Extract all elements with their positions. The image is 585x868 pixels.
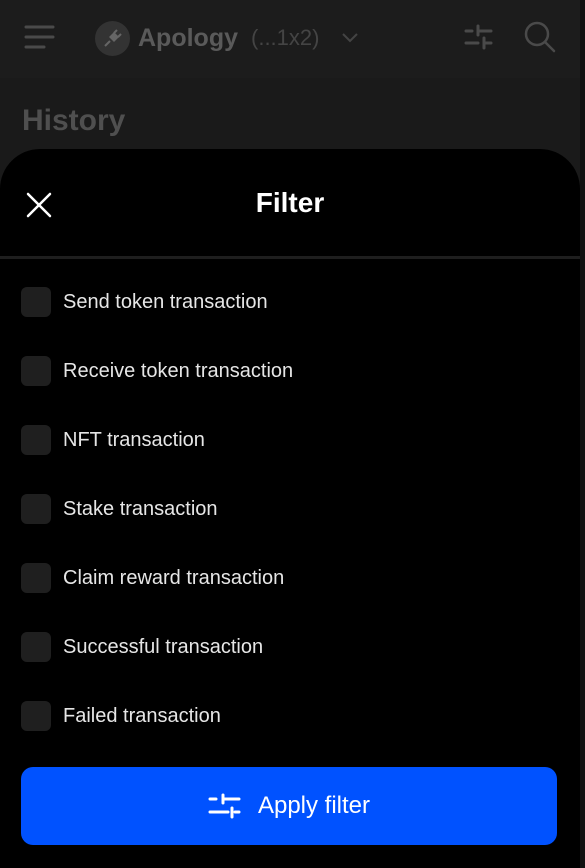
- option-label: Send token transaction: [63, 290, 268, 313]
- filter-option-nft[interactable]: NFT transaction: [21, 425, 205, 455]
- sliders-icon[interactable]: [464, 24, 494, 50]
- checkbox[interactable]: [21, 425, 51, 455]
- filter-option-successful[interactable]: Successful transaction: [21, 632, 263, 662]
- option-label: Failed transaction: [63, 704, 221, 727]
- checkbox[interactable]: [21, 563, 51, 593]
- window-edge: [580, 0, 585, 868]
- filter-option-send[interactable]: Send token transaction: [21, 287, 268, 317]
- divider: [0, 256, 580, 259]
- top-bar: Apology (...1x2): [0, 0, 580, 78]
- checkbox[interactable]: [21, 494, 51, 524]
- checkbox[interactable]: [21, 287, 51, 317]
- filter-option-claim-reward[interactable]: Claim reward transaction: [21, 563, 284, 593]
- checkbox[interactable]: [21, 701, 51, 731]
- menu-icon[interactable]: [24, 24, 56, 52]
- account-address: (...1x2): [251, 25, 320, 50]
- account-name: Apology: [138, 23, 238, 52]
- page-title: History: [22, 104, 126, 137]
- apply-filter-label: Apply filter: [257, 792, 371, 819]
- filter-sheet: Filter Send token transaction Receive to…: [0, 149, 580, 868]
- plug-icon: [95, 20, 130, 56]
- chevron-down-icon: [342, 33, 359, 43]
- option-label: Claim reward transaction: [63, 566, 285, 589]
- apply-filter-button[interactable]: Apply filter: [21, 767, 557, 845]
- filter-option-receive[interactable]: Receive token transaction: [21, 356, 293, 386]
- account-selector[interactable]: Apology (...1x2): [95, 20, 359, 56]
- option-label: NFT transaction: [63, 428, 205, 451]
- search-icon[interactable]: [523, 20, 557, 54]
- filter-option-failed[interactable]: Failed transaction: [21, 701, 221, 731]
- checkbox[interactable]: [21, 356, 51, 386]
- filter-title: Filter: [255, 187, 325, 218]
- option-label: Stake transaction: [63, 497, 218, 520]
- filter-option-stake[interactable]: Stake transaction: [21, 494, 218, 524]
- option-label: Successful transaction: [63, 635, 264, 658]
- option-label: Receive token transaction: [63, 359, 294, 382]
- sliders-icon: [208, 793, 241, 819]
- checkbox[interactable]: [21, 632, 51, 662]
